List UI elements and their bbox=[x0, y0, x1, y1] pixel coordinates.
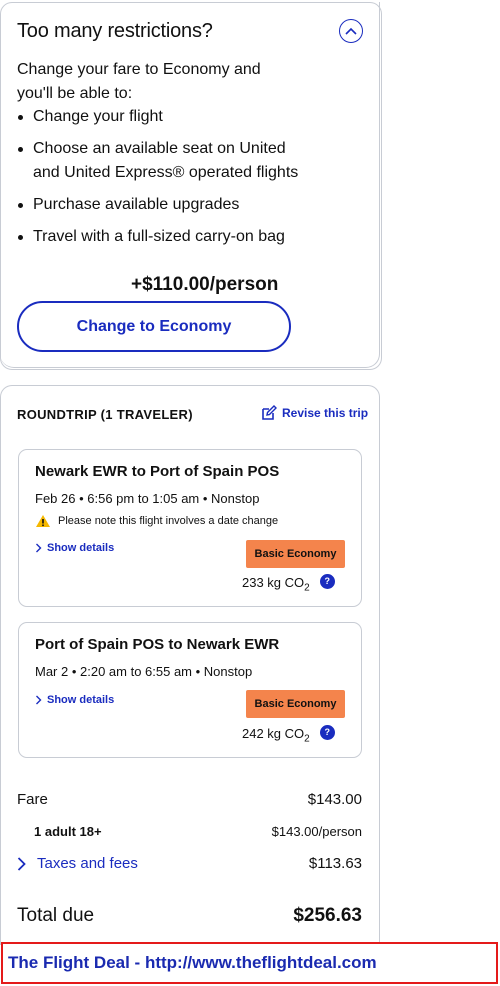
adult-fare-row: 1 adult 18+ $143.00/person bbox=[17, 824, 362, 839]
segment-times: Feb 26 • 6:56 pm to 1:05 am • Nonstop bbox=[35, 491, 260, 506]
benefit-item: Change your flight bbox=[17, 105, 302, 129]
show-details-label: Show details bbox=[47, 694, 115, 706]
fare-class-badge: Basic Economy bbox=[246, 690, 345, 718]
co2-emissions: 242 kg CO2 ? bbox=[242, 724, 335, 745]
upgrade-price: +$110.00/person bbox=[131, 274, 279, 295]
segment-times: Mar 2 • 2:20 am to 6:55 am • Nonstop bbox=[35, 664, 253, 679]
help-icon[interactable]: ? bbox=[319, 573, 335, 589]
date-change-note: Please note this flight involves a date … bbox=[35, 514, 278, 528]
show-details-link[interactable]: Show details bbox=[35, 694, 114, 706]
collapse-button[interactable] bbox=[339, 19, 363, 43]
taxes-row: Taxes and fees $113.63 bbox=[17, 855, 362, 872]
co2-text: 242 kg CO2 bbox=[242, 726, 310, 745]
co2-text: 233 kg CO2 bbox=[242, 575, 310, 594]
watermark-banner: The Flight Deal - http://www.theflightde… bbox=[1, 942, 498, 984]
chevron-right-icon bbox=[36, 695, 42, 705]
total-value: $256.63 bbox=[293, 905, 362, 926]
co2-emissions: 233 kg CO2 ? bbox=[242, 573, 335, 594]
taxes-value: $113.63 bbox=[308, 855, 362, 872]
flight-segment-return: Port of Spain POS to Newark EWR Mar 2 • … bbox=[18, 622, 362, 758]
segment-route: Port of Spain POS to Newark EWR bbox=[35, 636, 280, 653]
adult-label: 1 adult 18+ bbox=[34, 824, 102, 839]
segment-route: Newark EWR to Port of Spain POS bbox=[35, 463, 280, 480]
fare-class-badge: Basic Economy bbox=[246, 540, 345, 568]
benefits-list: Change your flight Choose an available s… bbox=[17, 105, 302, 257]
date-change-text: Please note this flight involves a date … bbox=[58, 515, 279, 527]
benefit-item: Choose an available seat on United and U… bbox=[17, 137, 302, 185]
change-to-economy-button[interactable]: Change to Economy bbox=[17, 301, 291, 352]
flight-segment-outbound: Newark EWR to Port of Spain POS Feb 26 •… bbox=[18, 449, 362, 607]
taxes-toggle[interactable]: Taxes and fees bbox=[17, 855, 138, 872]
help-icon[interactable]: ? bbox=[319, 724, 335, 740]
upsell-title: Too many restrictions? bbox=[17, 20, 213, 42]
taxes-label: Taxes and fees bbox=[37, 855, 138, 872]
chevron-up-icon bbox=[345, 27, 357, 35]
chevron-right-icon bbox=[17, 856, 26, 871]
fare-row: Fare $143.00 bbox=[17, 791, 362, 808]
benefit-item: Purchase available upgrades bbox=[17, 193, 302, 217]
benefit-item: Travel with a full-sized carry-on bag bbox=[17, 225, 302, 249]
trip-heading: ROUNDTRIP (1 TRAVELER) bbox=[17, 407, 193, 422]
total-label: Total due bbox=[17, 905, 95, 926]
revise-trip-link[interactable]: Revise this trip bbox=[261, 405, 368, 421]
show-details-link[interactable]: Show details bbox=[35, 542, 114, 554]
chevron-right-icon bbox=[36, 543, 42, 553]
show-details-label: Show details bbox=[47, 542, 115, 554]
total-row: Total due $256.63 bbox=[17, 905, 362, 927]
fare-value: $143.00 bbox=[307, 791, 362, 808]
adult-value: $143.00/person bbox=[271, 824, 362, 839]
revise-trip-label: Revise this trip bbox=[282, 406, 369, 420]
edit-icon bbox=[262, 405, 277, 420]
warning-icon bbox=[36, 515, 50, 527]
upsell-intro: Change your fare to Economy and you'll b… bbox=[17, 61, 261, 102]
fare-label: Fare bbox=[17, 791, 48, 808]
